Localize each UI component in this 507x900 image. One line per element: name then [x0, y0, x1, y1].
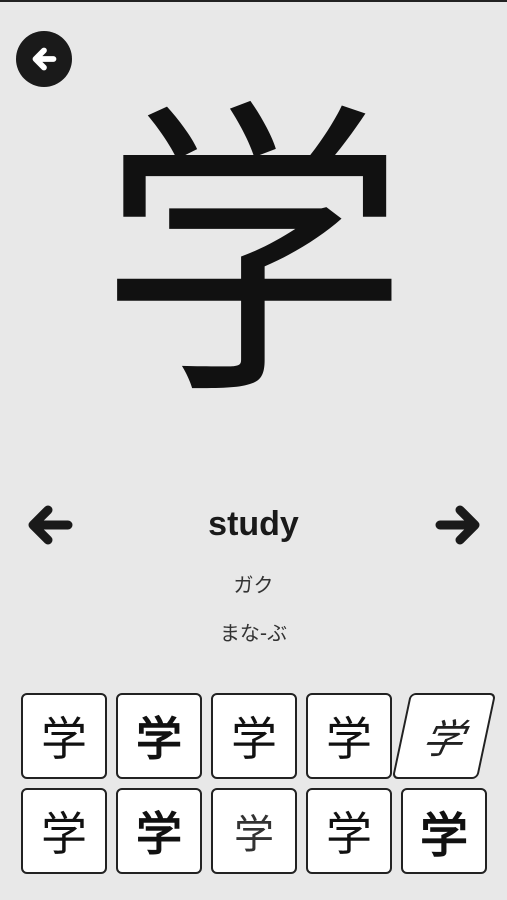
font-sample-tile[interactable]: 学	[401, 788, 487, 874]
font-sample-tile[interactable]: 学	[211, 693, 297, 779]
kanji-display: 学	[98, 77, 409, 438]
previous-kanji-button[interactable]	[22, 497, 78, 553]
font-sample-tile[interactable]: 学	[116, 693, 202, 779]
on-reading: ガク	[233, 573, 274, 597]
font-sample-tile[interactable]: 学	[21, 788, 107, 874]
kun-reading: まな-ぶ	[219, 621, 288, 645]
font-sample-grid: 学 学 学 学 学 学 学 学 学 学	[21, 693, 497, 874]
next-kanji-button[interactable]	[430, 497, 486, 553]
back-button[interactable]	[16, 31, 72, 87]
meaning-label: study	[208, 505, 299, 543]
font-sample-tile[interactable]: 学	[211, 788, 297, 874]
font-sample-tile[interactable]: 学	[116, 788, 202, 874]
font-sample-tile[interactable]: 学	[306, 693, 392, 779]
font-sample-tile[interactable]: 学	[391, 693, 497, 779]
arrow-right-icon	[435, 505, 480, 545]
font-sample-tile[interactable]: 学	[306, 788, 392, 874]
arrow-left-icon	[28, 505, 73, 545]
top-border	[0, 0, 507, 2]
back-arrow-icon	[32, 47, 57, 71]
font-sample-tile[interactable]: 学	[21, 693, 107, 779]
